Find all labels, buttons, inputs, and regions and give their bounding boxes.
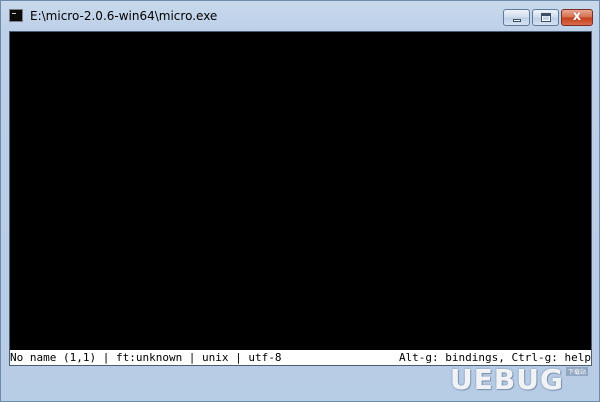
maximize-button[interactable]: [532, 9, 559, 26]
status-file-info: No name (1,1) | ft:unknown | unix | utf-…: [10, 351, 282, 364]
editor-buffer-area[interactable]: No name (1,1) | ft:unknown | unix | utf-…: [9, 31, 592, 366]
watermark-subtext: 下载站: [566, 367, 589, 376]
title-bar[interactable]: E:\micro-2.0.6-win64\micro.exe x: [1, 1, 599, 31]
micro-console-window: E:\micro-2.0.6-win64\micro.exe x No name…: [0, 0, 600, 402]
close-icon: x: [572, 9, 582, 24]
minimize-icon: [513, 19, 521, 22]
watermark-text: UEBUG: [450, 363, 564, 396]
minimize-button[interactable]: [503, 9, 530, 26]
watermark-logo: UEBUG 下载站: [448, 360, 596, 400]
maximize-icon: [541, 13, 551, 22]
console-app-icon[interactable]: [9, 9, 23, 22]
window-title: E:\micro-2.0.6-win64\micro.exe: [30, 9, 218, 23]
close-button[interactable]: x: [561, 9, 593, 26]
